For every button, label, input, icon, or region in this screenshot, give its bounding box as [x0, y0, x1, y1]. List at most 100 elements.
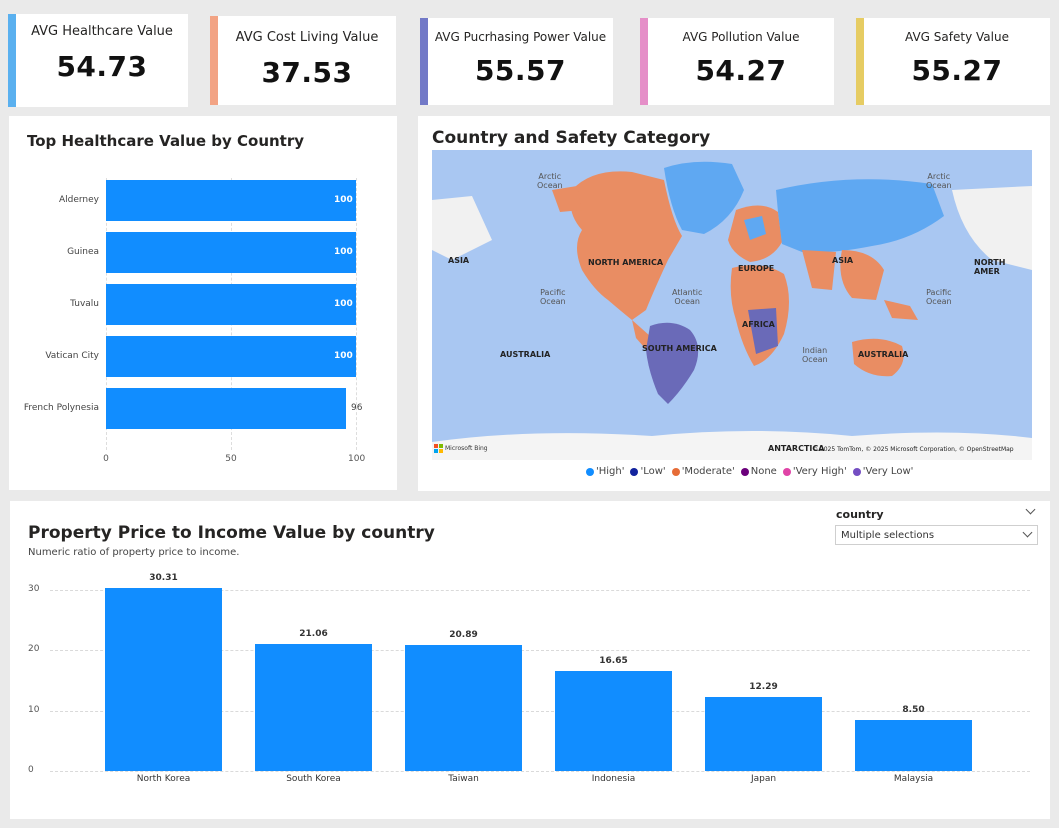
kpi-card-healthcare[interactable]: AVG Healthcare Value 54.73: [8, 14, 188, 107]
kpi-label: AVG Pollution Value: [682, 30, 800, 44]
y-axis-tick-label: 0: [28, 765, 34, 775]
kpi-label: AVG Cost Living Value: [235, 30, 379, 45]
legend-label: 'Low': [640, 466, 666, 477]
legend-item[interactable]: 'Very High': [782, 466, 847, 477]
legend-label: 'Moderate': [681, 466, 735, 477]
y-axis-category-label: Vatican City: [45, 350, 99, 361]
legend-item[interactable]: None: [740, 466, 777, 477]
bar-value-label: 100: [334, 298, 353, 309]
map-ocean-label: Atlantic Ocean: [672, 288, 703, 306]
legend-label: None: [750, 466, 777, 477]
map-continent-label: AFRICA: [742, 320, 775, 329]
kpi-accent-bar: [856, 18, 864, 105]
legend-dot-icon: [740, 467, 749, 476]
map-ocean-label: Indian Ocean: [802, 346, 828, 364]
bar[interactable]: [106, 388, 346, 429]
legend-item[interactable]: 'Low': [630, 466, 666, 477]
kpi-accent-bar: [210, 16, 218, 105]
x-axis-category-label: Japan: [750, 774, 777, 784]
x-axis-category-label: North Korea: [136, 774, 191, 784]
kpi-card-safety[interactable]: AVG Safety Value 55.27: [856, 18, 1050, 105]
kpi-label: AVG Safety Value: [905, 30, 1009, 44]
bar[interactable]: [555, 670, 672, 771]
legend-label: 'Very High': [792, 466, 847, 477]
kpi-accent-bar: [640, 18, 648, 105]
legend-dot-icon: [586, 467, 594, 476]
bar[interactable]: [106, 284, 356, 325]
x-axis-category-label: South Korea: [286, 774, 341, 784]
bar[interactable]: [106, 336, 356, 377]
legend-label: 'Very Low': [862, 466, 914, 477]
map-continent-label: SOUTH AMERICA: [642, 344, 717, 353]
bar-value-label: 100: [334, 350, 353, 361]
bar-value-label: 12.29: [749, 681, 778, 692]
legend-dot-icon: [671, 467, 680, 476]
map-card[interactable]: Country and Safety Category Arctic Ocean…: [418, 116, 1050, 491]
legend-dot-icon: [630, 467, 639, 476]
bar[interactable]: [405, 644, 522, 771]
kpi-label: AVG Pucrhasing Power Value: [434, 30, 607, 44]
kpi-value: 55.27: [911, 54, 1003, 87]
kpi-label: AVG Healthcare Value: [31, 24, 173, 39]
bar[interactable]: [106, 180, 356, 221]
y-axis-tick-label: 10: [28, 704, 40, 715]
map-continent-label: EUROPE: [738, 264, 775, 273]
y-axis-category-label: Guinea: [67, 246, 99, 257]
legend-dot-icon: [852, 467, 861, 476]
x-axis-tick-label: 100: [348, 454, 366, 464]
legend-item[interactable]: 'High': [586, 466, 624, 477]
y-axis-category-label: French Polynesia: [23, 402, 99, 413]
map-ocean-label: Pacific Ocean: [540, 288, 566, 306]
kpi-accent-bar: [8, 14, 16, 107]
kpi-card-purchasing-power[interactable]: AVG Pucrhasing Power Value 55.57: [420, 18, 613, 105]
healthcare-chart-plot: 0 50 100 Alderney 100 Guinea 100 Tuvalu 100 Vatic…: [9, 116, 397, 490]
bar[interactable]: [255, 643, 372, 771]
map-legend[interactable]: 'High' 'Low' 'Moderate' None 'Very High' 'Ver…: [586, 466, 913, 477]
x-axis-category-label: Malaysia: [893, 774, 934, 784]
bar-value-label: 20.89: [449, 629, 478, 640]
x-axis-tick-label: 50: [225, 454, 237, 464]
y-axis-category-label: Alderney: [58, 194, 99, 205]
kpi-card-pollution[interactable]: AVG Pollution Value 54.27: [640, 18, 834, 105]
y-axis-tick-label: 20: [28, 644, 40, 655]
bar-value-label: 21.06: [299, 628, 328, 639]
kpi-accent-bar: [420, 18, 428, 105]
map-ocean-label: Arctic Ocean: [926, 172, 952, 190]
bar[interactable]: [855, 719, 972, 771]
kpi-value: 54.73: [56, 50, 148, 83]
bing-logo: Microsoft Bing: [434, 444, 488, 453]
map-continent-label: AUSTRALIA: [500, 350, 551, 359]
y-axis-category-label: Tuvalu: [70, 298, 99, 309]
bar[interactable]: [106, 232, 356, 273]
bar[interactable]: [105, 588, 222, 771]
map-canvas[interactable]: Arctic Ocean Arctic Ocean Atlantic Ocean…: [432, 150, 1032, 460]
kpi-value: 37.53: [261, 56, 353, 89]
kpi-value: 54.27: [695, 54, 787, 87]
kpi-value: 55.57: [474, 54, 567, 87]
x-axis-category-label: Indonesia: [591, 774, 636, 784]
microsoft-logo-icon: [434, 444, 443, 453]
map-title: Country and Safety Category: [432, 128, 711, 148]
bar-value-label: 100: [334, 194, 353, 205]
bing-logo-text: Microsoft Bing: [445, 445, 488, 452]
property-chart-card[interactable]: Property Price to Income Value by countr…: [10, 501, 1050, 819]
kpi-card-cost-living[interactable]: AVG Cost Living Value 37.53: [210, 16, 396, 105]
y-axis-tick-label: 30: [28, 584, 40, 594]
gridline: [50, 771, 1030, 772]
x-axis-tick-label: 0: [103, 454, 109, 464]
map-ocean-label: Pacific Ocean: [926, 288, 952, 306]
map-attribution[interactable]: © 2025 TomTom, © 2025 Microsoft Corporat…: [812, 446, 1014, 453]
bar-value-label: 100: [334, 246, 353, 257]
healthcare-chart-card[interactable]: Top Healthcare Value by Country 0 50 100 Al…: [9, 116, 397, 490]
bar-value-label: 16.65: [599, 655, 628, 666]
bar-value-label: 8.50: [902, 704, 925, 715]
legend-item[interactable]: 'Moderate': [671, 466, 735, 477]
bar[interactable]: [705, 696, 822, 771]
map-continent-label: NORTH AMERICA: [588, 258, 664, 267]
legend-dot-icon: [782, 467, 791, 476]
map-ocean-label: Arctic Ocean: [537, 172, 563, 190]
legend-item[interactable]: 'Very Low': [852, 466, 914, 477]
property-chart-plot: 0 10 20 30 30.31 North Korea 21.06 South Korea 2…: [10, 501, 1050, 819]
bar-value-label: 30.31: [149, 573, 178, 584]
bar-value-label: 96: [351, 402, 363, 413]
